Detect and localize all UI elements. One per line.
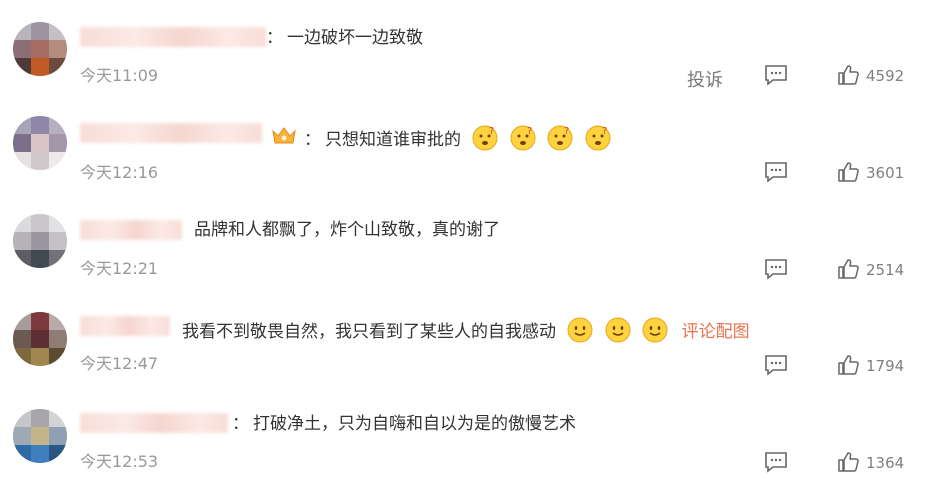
comment-text: 品牌和人都飘了，炸个山致敬，真的谢了 bbox=[194, 220, 500, 240]
like-count: 1364 bbox=[866, 454, 905, 472]
svg-text:?: ? bbox=[564, 126, 569, 137]
like-count: 4592 bbox=[866, 67, 905, 85]
avatar[interactable] bbox=[13, 116, 67, 170]
comment-text: 我看不到敬畏自然，我只看到了某些人的自我感动 评论配图 bbox=[182, 317, 750, 343]
comment-time: 今天12:53 bbox=[80, 452, 159, 471]
comment-text: ：一边破坏一边致敬 bbox=[266, 28, 423, 48]
comment-bubble-icon[interactable] bbox=[764, 451, 788, 473]
like-count: 3601 bbox=[866, 164, 905, 182]
comment-bubble-icon[interactable] bbox=[764, 258, 788, 280]
vip-crown-icon bbox=[272, 127, 296, 144]
comment-bubble-icon[interactable] bbox=[764, 64, 788, 86]
comment-item: ：打破净土，只为自嗨和自以为是的傲慢艺术 今天12:53 1364 bbox=[0, 399, 932, 495]
thumbs-up-icon[interactable] bbox=[837, 258, 859, 280]
username-blurred[interactable] bbox=[80, 27, 266, 47]
comment-item: 我看不到敬畏自然，我只看到了某些人的自我感动 评论配图 今天12:47 1794 bbox=[0, 302, 932, 398]
comment-item: ：只想知道谁审批的 ? ? ? ? 今天12:16 3601 bbox=[0, 109, 932, 205]
username-blurred[interactable] bbox=[80, 123, 262, 143]
smile-emoji-icon bbox=[642, 317, 668, 343]
svg-text:?: ? bbox=[527, 126, 532, 137]
username-blurred[interactable] bbox=[80, 220, 182, 240]
smile-emoji-icon bbox=[605, 317, 631, 343]
thinking-emoji-icon: ? bbox=[510, 125, 536, 151]
username-blurred[interactable] bbox=[80, 413, 228, 433]
thumbs-up-icon[interactable] bbox=[837, 161, 859, 183]
comment-time: 今天11:09 bbox=[80, 66, 159, 85]
smile-emoji-icon bbox=[567, 317, 593, 343]
thinking-emoji-icon: ? bbox=[547, 125, 573, 151]
like-count: 2514 bbox=[866, 261, 905, 279]
thumbs-up-icon[interactable] bbox=[837, 64, 859, 86]
comment-time: 今天12:16 bbox=[80, 163, 159, 182]
comment-item: ：一边破坏一边致敬 今天11:09 投诉 4592 bbox=[0, 12, 932, 108]
thinking-emoji-icon: ? bbox=[585, 125, 611, 151]
avatar[interactable] bbox=[13, 214, 67, 268]
svg-text:?: ? bbox=[602, 126, 607, 137]
comment-item: 品牌和人都飘了，炸个山致敬，真的谢了 今天12:21 2514 bbox=[0, 206, 932, 302]
comment-image-link[interactable]: 评论配图 bbox=[682, 322, 750, 342]
comment-bubble-icon[interactable] bbox=[764, 161, 788, 183]
comment-time: 今天12:21 bbox=[80, 259, 159, 278]
comment-time: 今天12:47 bbox=[80, 354, 159, 373]
like-count: 1794 bbox=[866, 357, 905, 375]
thumbs-up-icon[interactable] bbox=[837, 451, 859, 473]
comment-text: ：只想知道谁审批的 ? ? ? ? bbox=[304, 125, 611, 151]
avatar[interactable] bbox=[13, 409, 67, 463]
username-blurred[interactable] bbox=[80, 316, 170, 336]
svg-text:?: ? bbox=[489, 126, 494, 137]
report-button[interactable]: 投诉 bbox=[687, 66, 723, 92]
avatar[interactable] bbox=[13, 312, 67, 366]
comment-bubble-icon[interactable] bbox=[764, 354, 788, 376]
avatar[interactable] bbox=[13, 22, 67, 76]
thinking-emoji-icon: ? bbox=[472, 125, 498, 151]
comment-text: ：打破净土，只为自嗨和自以为是的傲慢艺术 bbox=[232, 414, 576, 434]
thumbs-up-icon[interactable] bbox=[837, 354, 859, 376]
